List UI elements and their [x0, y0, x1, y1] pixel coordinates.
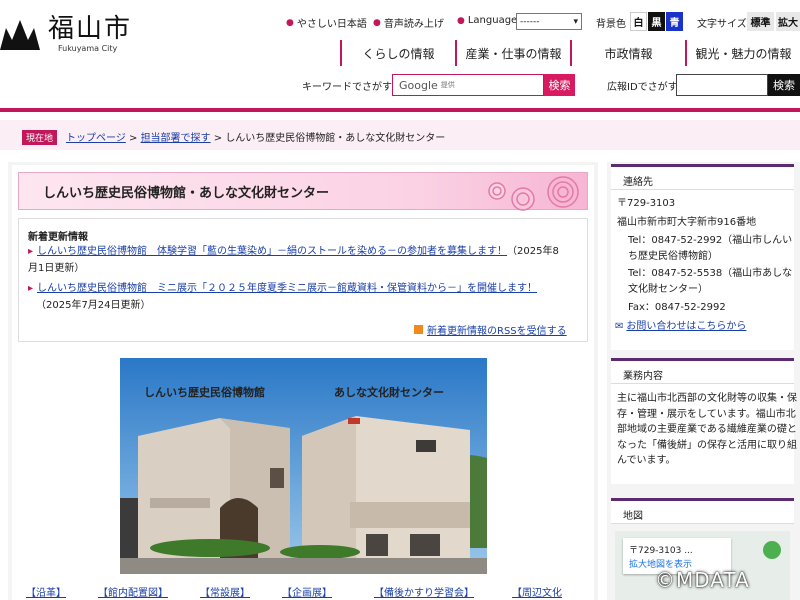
contact-heading: 連絡先	[623, 177, 653, 188]
news-heading: 新着更新情報	[28, 232, 88, 243]
business-text: 主に福山市北西部の文化財等の収集・保 存・管理・展示をしています。福山市北 部地…	[617, 391, 797, 469]
rose-decoration-icon	[488, 176, 579, 211]
business-line: 部地域の主要産業である繊維産業の礎と	[617, 424, 797, 435]
contact-postal: 〒729-3103	[617, 198, 676, 209]
voice-reading-link[interactable]: ● 音声読み上げ	[373, 15, 444, 31]
breadcrumb-current: しんいち歴史民俗博物館・あしな文化財センター	[225, 133, 446, 144]
business-line: なった「備後絣」の保存と活用に取り組	[617, 439, 797, 451]
news-item: ▸ しんいち歴史民俗博物館 体験学習「藍の生葉染め」－絹のストールを染める－の参加…	[28, 243, 578, 277]
news-date: （2025年8	[507, 246, 559, 257]
city-logo-icon[interactable]	[0, 18, 40, 52]
photo-caption-museum: しんいち歴史民俗博物館	[144, 386, 265, 399]
business-line: んでいます。	[617, 455, 676, 466]
page-title-banner: しんいち歴史民俗博物館・あしな文化財センター	[18, 172, 588, 211]
mail-icon: ✉	[615, 321, 624, 332]
rss-link[interactable]: 新着更新情報のRSSを受信する	[414, 322, 567, 337]
font-size-label: 文字サイズ	[697, 19, 747, 30]
arrow-icon: ▸	[28, 283, 34, 294]
contact-tel-museum: Tel：0847-52-2992（福山市しんい	[628, 235, 793, 246]
site-name[interactable]: 福山市	[48, 14, 132, 44]
background-color-label: 背景色	[596, 19, 626, 30]
contact-header: 連絡先	[611, 164, 794, 190]
bullet-icon: ●	[373, 17, 381, 28]
breadcrumb-separator: >	[210, 133, 226, 144]
language-select[interactable]: ------ ▾	[516, 13, 582, 30]
current-location-tag: 現在地	[22, 130, 58, 145]
language-label-wrap: ● Language	[457, 15, 517, 26]
contact-fax: Fax：0847-52-2992	[628, 302, 726, 313]
news-date: 月1日更新）	[28, 263, 85, 274]
inquiry-label[interactable]: お問い合わせはこちらから	[626, 319, 746, 335]
news-link[interactable]: しんいち歴史民俗博物館 体験学習「藍の生葉染め」－絹のストールを染める－の参加者…	[37, 246, 507, 257]
page-id-input[interactable]	[676, 74, 768, 96]
rss-icon	[414, 325, 423, 334]
news-item: ▸ しんいち歴史民俗博物館 ミニ展示「２０２５年度夏季ミニ展示－館蔵資料・保管資料…	[28, 280, 578, 314]
header-divider	[0, 108, 800, 112]
keyword-search-label: キーワードでさがす	[302, 82, 392, 93]
search-input[interactable]: Google 提供	[392, 74, 544, 96]
breadcrumb-top-link[interactable]: トップページ	[66, 133, 126, 144]
contact-address: 福山市新市町大字新市916番地	[617, 217, 757, 228]
contact-tel-center-cont: 文化財センター）	[628, 284, 708, 295]
link-nearby-culture[interactable]: 【周辺文化	[512, 584, 562, 599]
bg-white-button[interactable]: 白	[630, 12, 647, 31]
link-floor-map[interactable]: 【館内配置図】	[98, 584, 168, 599]
arrow-icon: ▸	[28, 246, 34, 257]
nav-item-city-government[interactable]: 市政情報	[570, 40, 685, 66]
photo-caption-center: あしな文化財センター	[334, 386, 444, 399]
bullet-icon: ●	[457, 15, 465, 26]
link-history[interactable]: 【沿革】	[26, 584, 66, 599]
page-id-search-button[interactable]: 検索	[768, 74, 800, 96]
voice-reading-label: 音声読み上げ	[383, 19, 444, 30]
language-label: Language	[467, 15, 518, 26]
contact-tel-center: Tel：0847-52-5538（福山市あしな	[628, 268, 793, 279]
map-heading: 地図	[623, 511, 643, 522]
business-header: 業務内容	[611, 358, 794, 384]
business-line: 主に福山市北西部の文化財等の収集・保	[617, 393, 797, 404]
font-standard-button[interactable]: 標準	[747, 12, 774, 31]
map-pin-icon	[763, 541, 781, 559]
site-subtitle: Fukuyama City	[58, 44, 118, 53]
breadcrumb-dept-link[interactable]: 担当部署で探す	[141, 133, 211, 144]
business-line: 存・管理・展示をしています。福山市北	[617, 408, 796, 420]
link-special-exhibit[interactable]: 【企画展】	[282, 584, 332, 599]
global-nav: くらしの情報 産業・仕事の情報 市政情報 観光・魅力の情報	[340, 40, 800, 66]
rss-label[interactable]: 新着更新情報のRSSを受信する	[427, 322, 567, 337]
page-title: しんいち歴史民俗博物館・あしな文化財センター	[43, 186, 330, 201]
nav-item-industry[interactable]: 産業・仕事の情報	[455, 40, 570, 66]
watermark: ©MDATA	[655, 568, 750, 592]
breadcrumb: トップページ > 担当部署で探す > しんいち歴史民俗博物館・あしな文化財センタ…	[66, 129, 445, 144]
google-label: Google	[399, 78, 438, 92]
business-heading: 業務内容	[623, 371, 663, 382]
language-selected-value: ------	[520, 16, 540, 27]
search-button[interactable]: 検索	[544, 74, 575, 96]
map-postal: 〒729-3103 ...	[629, 546, 693, 556]
contact-tel-museum-cont: ち歴史民俗博物館）	[628, 251, 718, 262]
font-large-button[interactable]: 拡大	[776, 12, 800, 31]
news-date: （2025年7月24日更新）	[36, 300, 151, 311]
nav-item-living[interactable]: くらしの情報	[340, 40, 455, 66]
bullet-icon: ●	[286, 17, 294, 28]
page-id-search-label: 広報IDでさがす	[607, 82, 678, 93]
easy-japanese-label: やさしい日本語	[296, 19, 367, 30]
map-header: 地図	[611, 498, 794, 524]
bg-black-button[interactable]: 黒	[648, 12, 665, 31]
news-link[interactable]: しんいち歴史民俗博物館 ミニ展示「２０２５年度夏季ミニ展示－館蔵資料・保管資料か…	[37, 283, 537, 294]
easy-japanese-link[interactable]: ● やさしい日本語	[286, 15, 367, 31]
google-provided-label: 提供	[440, 81, 455, 89]
breadcrumb-separator: >	[125, 133, 141, 144]
nav-item-tourism[interactable]: 観光・魅力の情報	[685, 40, 800, 66]
inquiry-link[interactable]: ✉ お問い合わせはこちらから	[615, 319, 746, 335]
link-kasuri-study[interactable]: 【備後かすり学習会】	[374, 584, 474, 599]
bg-blue-button[interactable]: 青	[666, 12, 683, 31]
chevron-down-icon: ▾	[573, 16, 578, 27]
link-permanent-exhibit[interactable]: 【常設展】	[200, 584, 250, 599]
